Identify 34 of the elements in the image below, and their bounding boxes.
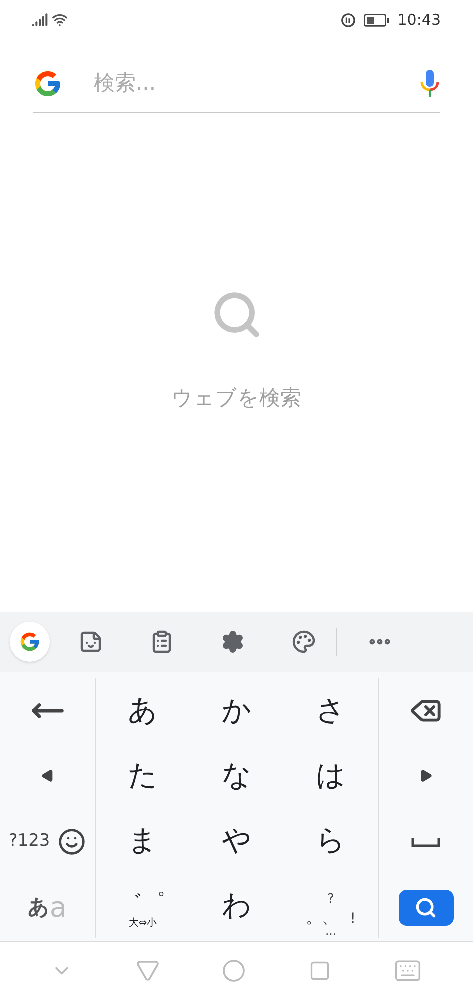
google-logo-icon [19,631,41,653]
symbols-key[interactable]: ?123 [8,829,50,855]
battery-icon [364,14,390,26]
kana-key[interactable]: あ [96,678,190,743]
space-icon [411,836,441,848]
kana-key[interactable]: は [284,743,378,808]
right-triangle-icon [419,769,433,784]
kana-key[interactable]: さ [284,678,378,743]
empty-state-text: ウェブを検索 [172,385,302,412]
left-triangle-icon [40,769,54,784]
dakuten-key[interactable]: ゛゜ 大⇔小 [96,873,190,938]
kana-key[interactable]: ま [96,808,190,873]
clipboard-icon[interactable] [150,630,174,654]
kana-key[interactable]: わ [190,873,284,938]
search-field[interactable]: 検索... [94,68,420,100]
kana-key[interactable]: な [190,743,284,808]
google-logo-icon [33,69,63,99]
kana-key[interactable]: や [190,808,284,873]
google-button[interactable] [10,622,50,662]
wifi-icon [52,12,68,28]
emoji-icon[interactable] [58,828,86,856]
input-mode-key[interactable]: あa [0,875,95,940]
microphone-icon[interactable] [420,69,440,99]
kana-key[interactable]: か [190,678,284,743]
palette-icon[interactable] [292,630,316,654]
kana-key[interactable]: た [96,743,190,808]
search-key[interactable] [398,890,454,926]
punctuation-key[interactable]: ? 。、 ! … [284,873,378,938]
signal-icon [32,12,48,28]
search-icon [415,896,437,919]
kana-key[interactable]: ら [284,808,378,873]
sticker-icon[interactable] [79,630,103,654]
clock-time: 10:43 [398,10,441,31]
data-saver-icon [340,12,356,28]
